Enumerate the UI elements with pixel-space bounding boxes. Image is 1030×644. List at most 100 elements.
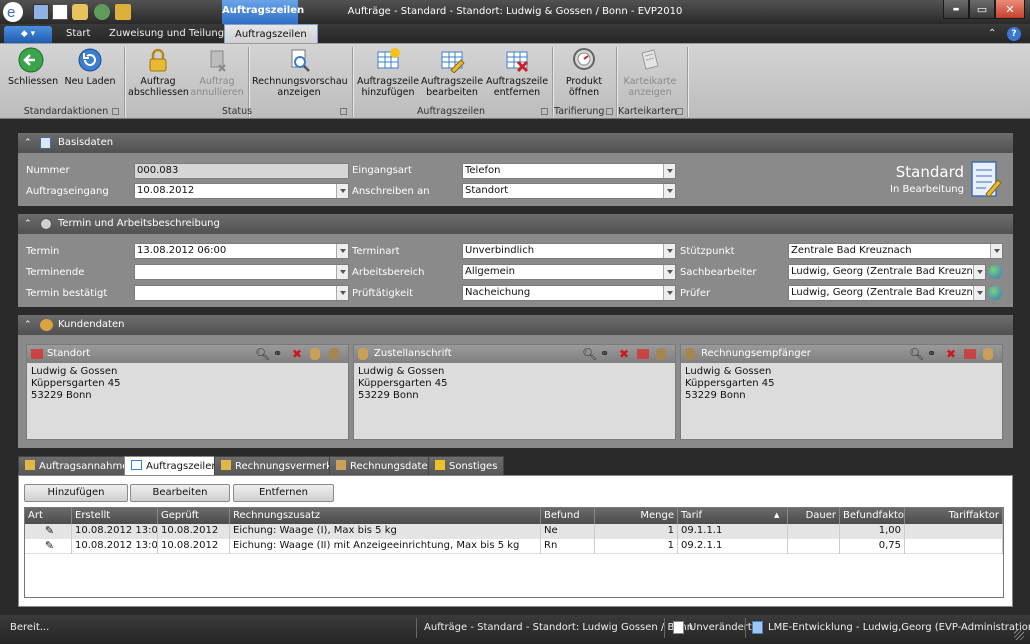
bearbeiten-button[interactable]: Bearbeiten xyxy=(130,484,230,502)
help-icon[interactable]: ? xyxy=(1007,27,1021,41)
save-icon[interactable] xyxy=(33,4,49,20)
search-icon[interactable]: 🔍︎ xyxy=(582,345,597,363)
search-icon[interactable]: 🔍︎ xyxy=(255,345,270,363)
karteikarte-anzeigen-button[interactable]: Karteikarte anzeigen xyxy=(620,47,680,98)
chevron-down-icon[interactable] xyxy=(336,265,348,279)
binoculars-icon[interactable]: ⚭ xyxy=(600,345,609,363)
resize-grip-icon[interactable] xyxy=(1014,630,1024,640)
termin-header[interactable]: ⌃ Termin und Arbeitsbeschreibung xyxy=(18,214,1013,234)
chevron-down-icon[interactable] xyxy=(663,164,675,178)
person-alt-icon[interactable] xyxy=(329,348,339,360)
auftrag-abschliessen-button[interactable]: Auftrag abschliessen xyxy=(128,47,189,98)
minimize-button[interactable]: ▬ xyxy=(943,0,969,19)
zeile-hinzufuegen-button[interactable]: Auftragszeile hinzufügen xyxy=(356,47,420,98)
column-header-rechnungszusatz[interactable]: Rechnungszusatz xyxy=(230,508,541,524)
chevron-down-icon[interactable] xyxy=(973,286,985,300)
pruef-select[interactable]: Nacheichung xyxy=(462,285,676,301)
sachbearbeiter-select[interactable]: Ludwig, Georg (Zentrale Bad Kreuznach) xyxy=(788,264,986,280)
column-header-art[interactable]: Art xyxy=(25,508,72,524)
basisdaten-header[interactable]: ⌃ Basisdaten xyxy=(18,133,1013,153)
person-icon[interactable] xyxy=(983,348,993,360)
chevron-down-icon[interactable] xyxy=(336,244,348,258)
auftrag-annullieren-label-2: annullieren xyxy=(190,87,244,98)
zeile-bearbeiten-button[interactable]: Auftragszeile bearbeiten xyxy=(420,47,484,98)
pruefer-select[interactable]: Ludwig, Georg (Zentrale Bad Kreuznach) xyxy=(788,285,986,301)
person-icon[interactable] xyxy=(310,348,320,360)
tab-label: Auftragsannahme xyxy=(39,461,129,472)
tab-zuweisung[interactable]: Zuweisung und Teilung xyxy=(99,24,234,44)
tab-rechnungsdaten[interactable]: Rechnungsdaten xyxy=(329,456,441,476)
delete-icon[interactable]: ✖ xyxy=(946,345,956,363)
column-header-tarif[interactable]: Tarif ▲ xyxy=(678,508,788,524)
kunden-header[interactable]: ⌃ Kundendaten xyxy=(18,315,1013,335)
termin-field[interactable]: 13.08.2012 06:00 xyxy=(134,243,349,259)
bestaetigt-field[interactable] xyxy=(134,285,349,301)
folder-icon[interactable] xyxy=(72,4,88,20)
chevron-down-icon[interactable] xyxy=(336,184,348,198)
auftragseingang-field[interactable]: 10.08.2012 xyxy=(134,183,349,199)
arbeitsbereich-select[interactable]: Allgemein xyxy=(462,264,676,280)
stuetzpunkt-select[interactable]: Zentrale Bad Kreuznach xyxy=(788,243,1003,259)
collapse-caret-icon[interactable]: ⌃ xyxy=(24,315,32,335)
chevron-down-icon[interactable] xyxy=(990,244,1002,258)
tab-sonstiges[interactable]: Sonstiges xyxy=(428,456,505,476)
ribbon-collapse-icon[interactable]: ⌃ xyxy=(988,28,996,39)
chevron-down-icon[interactable] xyxy=(663,244,675,258)
app-logo-icon[interactable]: e xyxy=(3,2,23,22)
person-alt-icon[interactable] xyxy=(656,348,666,360)
binoculars-icon[interactable]: ⚭ xyxy=(273,345,282,363)
hinzufuegen-button[interactable]: Hinzufügen xyxy=(24,484,128,502)
tab-auftragsannahme[interactable]: Auftragsannahme xyxy=(18,456,136,476)
column-header-dauer[interactable]: Dauer xyxy=(788,508,840,524)
neu-laden-button[interactable]: Neu Laden xyxy=(64,47,116,87)
produkt-oeffnen-button[interactable]: Produkt öffnen xyxy=(556,47,612,98)
search-icon[interactable]: 🔍︎ xyxy=(909,345,924,363)
document-icon[interactable] xyxy=(52,4,68,20)
column-header-befund[interactable]: Befund xyxy=(541,508,595,524)
building-icon[interactable] xyxy=(637,349,649,359)
chevron-down-icon[interactable] xyxy=(973,265,985,279)
auftrag-annullieren-button[interactable]: Auftrag annullieren xyxy=(190,47,244,98)
column-header-erstellt[interactable]: Erstellt xyxy=(72,508,158,524)
chevron-down-icon[interactable] xyxy=(663,184,675,198)
chevron-down-icon[interactable] xyxy=(663,286,675,300)
tab-start[interactable]: Start xyxy=(56,24,100,44)
karteikarten-launcher-icon[interactable] xyxy=(676,108,683,115)
close-button[interactable]: ✕ xyxy=(995,0,1025,19)
column-header-geprueft[interactable]: Geprüft xyxy=(158,508,230,524)
nummer-field[interactable]: 000.083 xyxy=(134,163,349,179)
binoculars-icon[interactable]: ⚭ xyxy=(927,345,936,363)
terminart-select[interactable]: Unverbindlich xyxy=(462,243,676,259)
entfernen-button[interactable]: Entfernen xyxy=(233,484,334,502)
globe-icon[interactable] xyxy=(988,265,1002,279)
auftragszeilen-launcher-icon[interactable] xyxy=(541,108,548,115)
standardaktionen-launcher-icon[interactable] xyxy=(112,108,119,115)
globe-icon[interactable] xyxy=(988,286,1002,300)
tarifierung-launcher-icon[interactable] xyxy=(606,108,613,115)
column-header-tariffaktor[interactable]: Tariffaktor xyxy=(905,508,1003,524)
anschreiben-select[interactable]: Standort xyxy=(462,183,676,199)
tools-icon[interactable] xyxy=(115,4,131,20)
chevron-down-icon[interactable] xyxy=(663,265,675,279)
row-befund-cell: Rn xyxy=(541,539,595,554)
app-menu-button[interactable]: ◆ ▾ xyxy=(4,26,52,43)
schliessen-button[interactable]: Schliessen xyxy=(8,47,58,87)
delete-icon[interactable]: ✖ xyxy=(619,345,629,363)
delete-icon[interactable]: ✖ xyxy=(292,345,302,363)
building-icon[interactable] xyxy=(964,349,976,359)
maximize-button[interactable]: ▭ xyxy=(969,0,995,19)
column-header-menge[interactable]: Menge xyxy=(595,508,678,524)
rechnungsvorschau-button[interactable]: Rechnungsvorschau anzeigen xyxy=(252,47,348,98)
column-header-befundfaktor[interactable]: Befundfaktor xyxy=(840,508,905,524)
users-icon[interactable] xyxy=(94,4,110,20)
tab-auftragszeilen-grid[interactable]: Auftragszeilen xyxy=(124,456,225,476)
collapse-caret-icon[interactable]: ⌃ xyxy=(24,133,32,153)
terminende-field[interactable] xyxy=(134,264,349,280)
collapse-caret-icon[interactable]: ⌃ xyxy=(24,214,32,234)
tab-auftragszeilen[interactable]: Auftragszeilen xyxy=(224,24,318,44)
tab-rechnungsvermerke[interactable]: Rechnungsvermerke xyxy=(214,456,345,476)
zeile-entfernen-button[interactable]: Auftragszeile entfernen xyxy=(485,47,549,98)
eingangsart-select[interactable]: Telefon xyxy=(462,163,676,179)
status-launcher-icon[interactable] xyxy=(340,108,347,115)
chevron-down-icon[interactable] xyxy=(336,286,348,300)
